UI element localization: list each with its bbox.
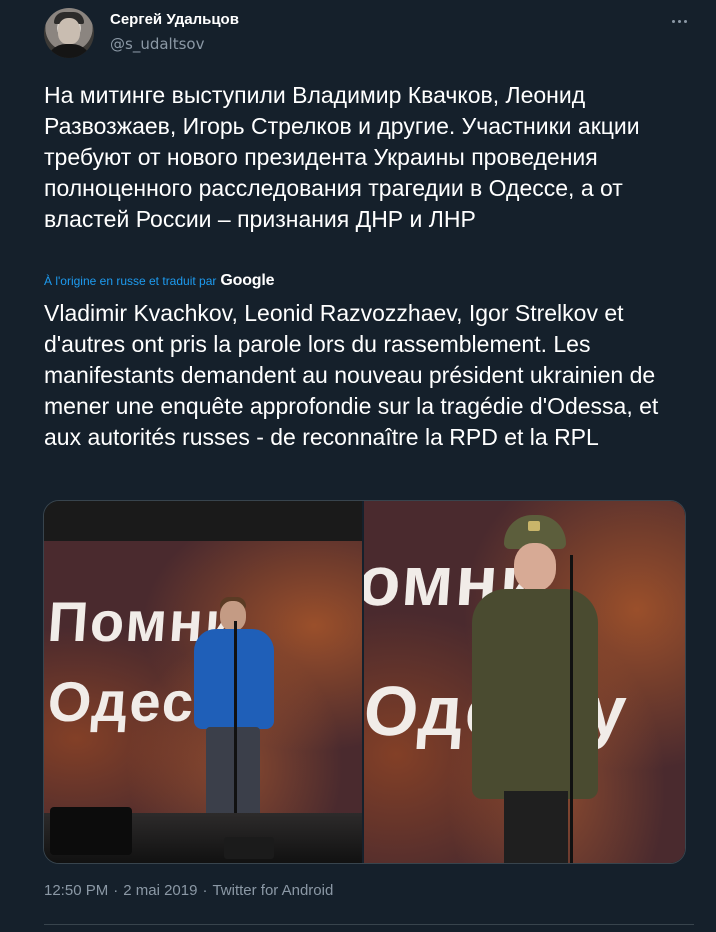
tweet-date[interactable]: 2 mai 2019 (123, 882, 197, 899)
speaker-head (220, 601, 246, 631)
avatar[interactable] (44, 8, 94, 58)
speaker-legs (206, 727, 260, 817)
tweet: Сергей Удальцов @s_udaltsov На митинге в… (0, 0, 716, 932)
more-dot (683, 19, 687, 23)
speaker-head (514, 543, 556, 591)
avatar-face (58, 18, 80, 44)
tweet-source[interactable]: Twitter for Android (212, 882, 333, 899)
tweet-text-original: На митинге выступили Владимир Квачков, Л… (44, 82, 647, 232)
microphone-stand (234, 621, 237, 841)
author-handle[interactable]: @s_udaltsov (110, 35, 204, 53)
separator: · (113, 882, 119, 899)
cap-badge (528, 521, 540, 531)
stage-monitor (224, 837, 274, 859)
divider (44, 924, 694, 925)
more-horizontal-icon[interactable] (664, 6, 694, 36)
photo-speaker-blue-jacket[interactable]: Помни Одессу (44, 501, 362, 863)
avatar-shirt (46, 44, 92, 58)
author-display-name[interactable]: Сергей Удальцов (110, 11, 239, 28)
tweet-time[interactable]: 12:50 PM (44, 882, 108, 899)
stage-speaker (50, 807, 132, 855)
microphone-stand (570, 555, 573, 863)
translation-note-text: À l'origine en russe et traduit par (44, 274, 217, 288)
more-dot (671, 19, 675, 23)
media-grid: Помни Одессу омни Одессу (43, 500, 686, 864)
speaker-coat (472, 589, 598, 799)
more-dot (677, 19, 681, 23)
tweet-metadata: 12:50 PM · 2 mai 2019 · Twitter for Andr… (44, 882, 333, 899)
speaker-legs (504, 791, 568, 863)
photo-speaker-military-uniform[interactable]: омни Одессу (362, 501, 685, 863)
translation-attribution: À l'origine en russe et traduit par Goog… (44, 272, 275, 290)
separator: · (202, 882, 208, 899)
tweet-text-translated: Vladimir Kvachkov, Leonid Razvozzhaev, I… (44, 300, 665, 450)
google-logo: Google (220, 272, 275, 289)
